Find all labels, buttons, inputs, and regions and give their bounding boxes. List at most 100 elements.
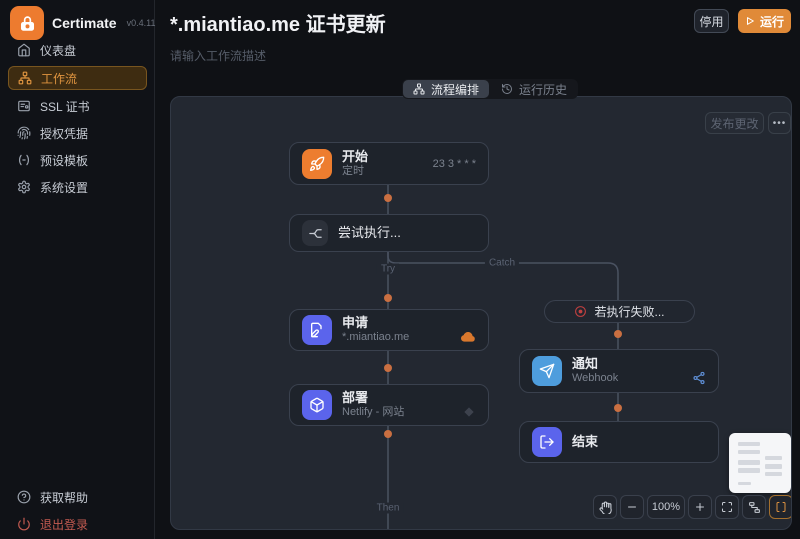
workflow-icon	[18, 71, 32, 85]
sidebar-item-logout[interactable]: 退出登录	[8, 512, 147, 536]
node-notify[interactable]: 通知 Webhook	[519, 349, 719, 393]
node-deploy[interactable]: 部署 Netlify - 网站	[289, 384, 489, 426]
sidebar-item-label: 工作流	[41, 71, 78, 86]
alert-circle-icon	[574, 305, 587, 318]
pan-hand-button[interactable]	[593, 495, 617, 519]
package-icon	[302, 390, 332, 420]
sidebar-item-label: 预设模板	[40, 153, 89, 168]
minimap-node	[765, 456, 782, 460]
lock-icon	[19, 15, 36, 32]
sidebar-item-help[interactable]: 获取帮助	[8, 485, 147, 509]
brand-version: v0.4.11	[126, 18, 156, 28]
run-button[interactable]: 运行	[738, 9, 791, 33]
fit-view-button[interactable]	[715, 495, 739, 519]
sidebar-item-credentials[interactable]: 授权凭据	[8, 121, 147, 145]
node-title: 开始	[342, 148, 369, 164]
sidebar-item-label: 退出登录	[40, 517, 89, 532]
gear-icon	[17, 180, 31, 194]
tab-label: 运行历史	[519, 82, 568, 97]
canvas-toolbar: 100%	[593, 495, 791, 519]
node-subtitle: Webhook	[572, 372, 619, 385]
node-text: 申请 *.miantiao.me	[342, 315, 409, 345]
node-title: 尝试执行...	[338, 224, 401, 240]
minus-icon	[626, 501, 638, 513]
layout-flow-icon	[748, 501, 761, 514]
branch-label-try: Try	[376, 263, 400, 275]
home-icon	[17, 43, 31, 57]
tab-run-history[interactable]: 运行历史	[491, 80, 577, 98]
play-icon	[745, 16, 755, 26]
view-tabbar: 流程编排 运行历史	[402, 79, 579, 99]
node-try-block[interactable]: 尝试执行...	[289, 214, 489, 252]
minimap[interactable]	[729, 433, 791, 493]
help-circle-icon	[17, 490, 31, 504]
sidebar-item-templates[interactable]: 预设模板	[8, 148, 147, 172]
workflow-canvas[interactable]: Try Catch Then 发布更改 ••• 开始 定时 23 3 * * *	[170, 96, 792, 530]
webhook-icon	[692, 371, 706, 385]
netlify-icon	[462, 407, 476, 417]
disable-button[interactable]: 停用	[694, 9, 729, 33]
minimap-toggle-button[interactable]	[769, 495, 791, 519]
sidebar-item-dashboard[interactable]: 仪表盘	[8, 38, 147, 62]
node-subtitle: *.miantiao.me	[342, 331, 410, 344]
sidebar-item-workflows[interactable]: 工作流	[8, 66, 147, 90]
node-title: 申请	[342, 315, 369, 330]
page-title: *.miantiao.me 证书更新	[170, 14, 386, 36]
minimap-node	[738, 460, 760, 465]
zoom-out-button[interactable]	[620, 495, 644, 519]
node-start[interactable]: 开始 定时 23 3 * * *	[289, 142, 489, 185]
sidebar-item-label: 获取帮助	[40, 490, 89, 505]
certimate-logo	[10, 6, 44, 40]
send-icon	[532, 356, 562, 386]
brackets-dash-icon	[17, 153, 31, 167]
more-options-button[interactable]: •••	[768, 112, 791, 134]
zoom-in-button[interactable]	[688, 495, 712, 519]
split-icon	[302, 220, 328, 246]
brand-name: Certimate	[52, 15, 117, 31]
minimap-node	[738, 442, 760, 446]
certificate-icon	[17, 99, 31, 113]
plus-icon	[694, 501, 706, 513]
sidebar-item-certificates[interactable]: SSL 证书	[8, 94, 147, 118]
node-apply[interactable]: 申请 *.miantiao.me	[289, 309, 489, 351]
sidebar-item-label: 授权凭据	[40, 126, 89, 141]
minimap-node	[738, 450, 760, 454]
run-button-label: 运行	[759, 14, 784, 29]
power-icon	[17, 517, 31, 531]
aliyun-cloud-icon	[460, 331, 476, 343]
node-title: 通知	[572, 356, 599, 371]
brand: Certimate v0.4.11	[10, 6, 155, 40]
workflow-description-input[interactable]: 请输入工作流描述	[170, 47, 266, 64]
node-subtitle: Netlify - 网站	[342, 406, 405, 419]
sidebar-item-settings[interactable]: 系统设置	[8, 175, 147, 199]
auto-layout-button[interactable]	[742, 495, 766, 519]
ellipsis-icon: •••	[772, 117, 787, 129]
branch-label-catch: Catch	[484, 257, 520, 269]
publish-changes-label: 发布更改	[710, 116, 759, 131]
minimap-node	[765, 472, 782, 476]
hand-icon	[598, 501, 612, 514]
sidebar-item-label: 仪表盘	[40, 43, 77, 58]
node-title: 结束	[572, 433, 599, 449]
sidebar: Certimate v0.4.11 仪表盘 工作流 SSL 证书 授权凭据 预设…	[0, 0, 155, 539]
sidebar-item-label: 系统设置	[40, 180, 89, 195]
minimap-node	[738, 468, 760, 473]
node-title: 部署	[342, 390, 369, 405]
zoom-level[interactable]: 100%	[647, 495, 685, 519]
publish-changes-button[interactable]: 发布更改	[705, 112, 764, 134]
rocket-icon	[302, 148, 332, 179]
disable-button-label: 停用	[699, 14, 724, 29]
tab-label: 流程编排	[431, 82, 480, 97]
tab-flow-editor[interactable]: 流程编排	[403, 80, 490, 98]
node-on-failure[interactable]: 若执行失败...	[544, 300, 695, 323]
minimap-node	[765, 464, 782, 469]
branch-label-then: Then	[372, 502, 404, 514]
node-text: 开始 定时	[342, 149, 368, 179]
node-subtitle: 定时	[342, 164, 364, 177]
cron-expression: 23 3 * * *	[432, 157, 476, 170]
maximize-icon	[721, 501, 733, 513]
history-clock-icon	[501, 83, 513, 95]
minimap-node	[738, 482, 751, 485]
node-end[interactable]: 结束	[519, 421, 719, 463]
node-title: 若执行失败...	[594, 305, 665, 319]
